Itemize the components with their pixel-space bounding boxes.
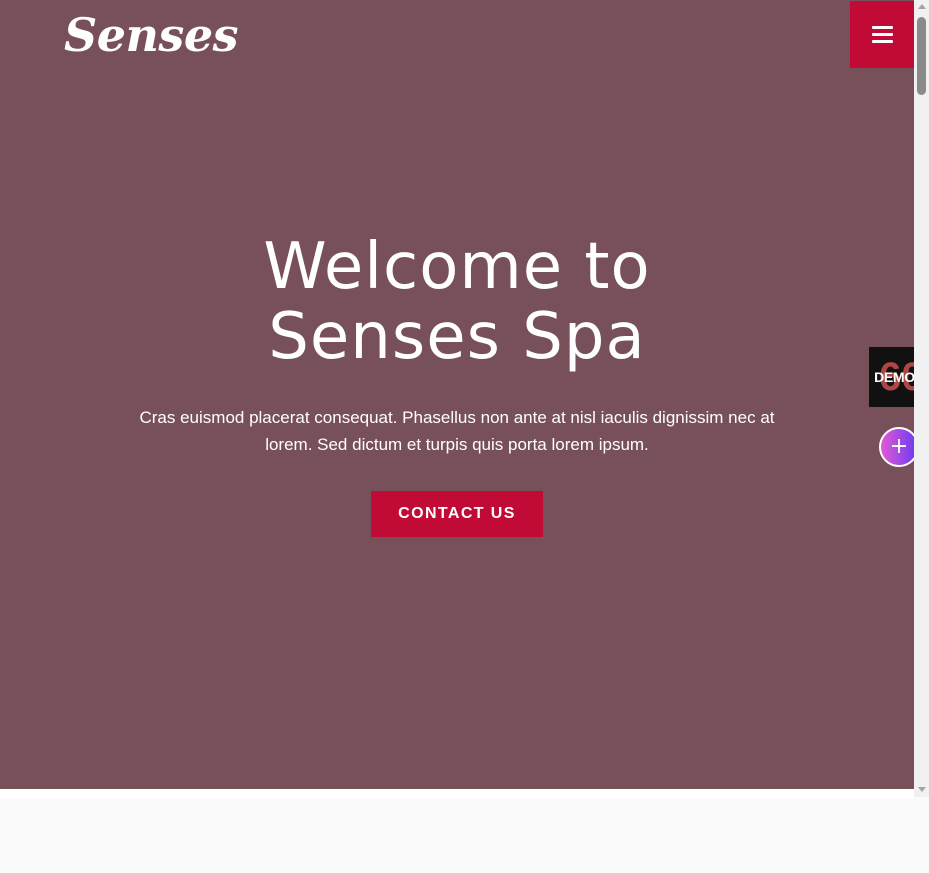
hero-section: Senses Welcome to Senses Spa Cras euismo… bbox=[0, 0, 914, 789]
hamburger-icon-bar bbox=[871, 40, 893, 43]
contact-us-button[interactable]: CONTACT US bbox=[371, 491, 543, 537]
plus-icon: + bbox=[889, 434, 909, 459]
scroll-down-arrow-icon[interactable] bbox=[918, 787, 926, 792]
plus-button[interactable]: + bbox=[879, 427, 919, 467]
hamburger-icon-bar bbox=[871, 33, 893, 36]
scroll-up-arrow-icon[interactable] bbox=[918, 4, 926, 9]
site-logo[interactable]: Senses bbox=[64, 8, 239, 62]
menu-button[interactable] bbox=[850, 1, 914, 68]
hamburger-icon bbox=[871, 26, 893, 29]
hero-title-line-1: Welcome to bbox=[263, 230, 651, 304]
page-content-below-hero bbox=[0, 789, 914, 799]
hero-title-line-2: Senses Spa bbox=[268, 300, 646, 374]
hero-description: Cras euismod placerat consequat. Phasell… bbox=[139, 408, 775, 454]
scrollbar-thumb[interactable] bbox=[917, 17, 926, 95]
hero-title: Welcome to Senses Spa bbox=[0, 232, 914, 372]
vertical-scrollbar[interactable] bbox=[914, 0, 929, 797]
